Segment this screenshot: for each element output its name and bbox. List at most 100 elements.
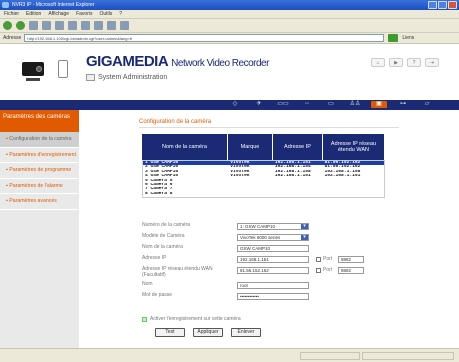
search-icon[interactable] (68, 21, 77, 30)
sidebar: Paramètres des caméras Configuration de … (0, 110, 79, 348)
nav-network-icon[interactable]: ✈ (251, 101, 267, 108)
help-button[interactable]: ? (407, 58, 421, 67)
sidebar-header: Paramètres des caméras (0, 110, 79, 132)
menu-item-tools[interactable]: Outils (99, 10, 112, 18)
zone-segment (362, 352, 454, 360)
username-input[interactable]: root (237, 282, 309, 289)
nav-monitor-icon[interactable]: ▱ (419, 101, 435, 108)
password-input[interactable]: •••••••••••• (237, 293, 309, 300)
product-name: Network Video Recorder (171, 58, 269, 69)
main-navbar: ◇ ✈ ▭▭ ◦◦ ▭ ♙♙ ▣ ⊶ ▱ (0, 100, 459, 110)
nav-user-icon[interactable]: ♙♙ (347, 101, 363, 108)
test-button[interactable]: Test (155, 328, 185, 337)
play-button[interactable]: ▶ (389, 58, 403, 67)
table-body: 1 GSW CAMP10 Vivotek 192.168.1.151 81.56.15… (142, 160, 385, 198)
menu-item-edit[interactable]: Edition (26, 10, 41, 18)
menu-item-help[interactable]: ? (119, 10, 122, 18)
address-label: Adresse (3, 35, 22, 41)
plug-icon (58, 60, 68, 78)
section-title: Configuration de la caméra (139, 119, 212, 125)
address-bar: Adresse http://192.168.1.100/cgi-bin/adm… (0, 33, 459, 44)
menu-item-file[interactable]: Fichier (4, 10, 19, 18)
history-icon[interactable] (94, 21, 103, 30)
wan-port-checkbox[interactable] (316, 268, 321, 273)
sidebar-item-camera-config[interactable]: Configuration de la caméra (0, 132, 79, 148)
sidebar-item-alarm[interactable]: Paramètres de l'alarme (0, 179, 79, 194)
port-input[interactable]: 9882 (338, 256, 364, 263)
refresh-icon[interactable] (42, 21, 51, 30)
camera-model-select[interactable]: VivoTek 6000 series (237, 234, 309, 241)
nav-link-icon[interactable]: ⊶ (395, 101, 411, 108)
menu-item-view[interactable]: Affichage (48, 10, 69, 18)
column-header-ip: Adresse IP (273, 134, 323, 160)
nav-record-icon[interactable]: ▭▭ (275, 101, 291, 108)
home-button[interactable]: ⌂ (371, 58, 385, 67)
header-actions: ⌂ ▶ ? ⇥ (371, 58, 439, 67)
favorites-icon[interactable] (81, 21, 90, 30)
ie-logo-icon (2, 2, 9, 8)
nav-camera-icon[interactable]: ◇ (227, 101, 243, 108)
subtitle: System Administration (86, 74, 167, 81)
camera-number-select[interactable]: 1: GSW CAMP10 (237, 223, 309, 230)
window-title: NVR3 IP - Microsoft Internet Explorer (12, 2, 95, 8)
recording-toggle: Activer l'enregistrement sur cette camér… (142, 316, 241, 322)
print-icon[interactable] (120, 21, 129, 30)
minimize-button[interactable] (428, 1, 437, 9)
nav-display-icon[interactable]: ▭ (323, 101, 339, 108)
column-header-wan-ip: Adresse IP réseau étendu WAN (323, 134, 385, 160)
admin-icon (86, 74, 95, 81)
stop-icon[interactable] (29, 21, 38, 30)
menu-item-favorites[interactable]: Favoris (76, 10, 92, 18)
home-icon[interactable] (55, 21, 64, 30)
camera-table: Nom de la caméra Marque Adresse IP Adres… (142, 134, 385, 198)
brand-logo: GIGAMEDIA Network Video Recorder (86, 53, 269, 70)
camera-name-label: Nom de la caméra (142, 244, 183, 250)
password-label: Mot de passe (142, 292, 173, 298)
forward-icon[interactable] (16, 21, 25, 30)
browser-toolbar (0, 19, 459, 33)
username-label: Nom (142, 281, 153, 287)
sidebar-item-recording[interactable]: Paramètres d'enregistrement (0, 148, 79, 163)
nav-ip-camera-icon[interactable]: ▣ (371, 101, 387, 108)
wan-ip-label: Adresse IP réseau étendu WAN (Facultatif… (142, 266, 213, 278)
links-label[interactable]: Liens (402, 35, 414, 41)
port-label: Port (323, 256, 333, 262)
menu-bar: Fichier Edition Affichage Favoris Outils… (0, 10, 459, 19)
url-input[interactable]: http://192.168.1.100/cgi-bin/admin.cgi?u… (24, 34, 385, 42)
status-bar (0, 348, 459, 362)
sidebar-item-advanced[interactable]: Paramètres avancés (0, 194, 79, 210)
camera-form: Numéro de la caméra 1: GSW CAMP10 Modèle… (142, 222, 432, 303)
nav-connection-icon[interactable]: ◦◦ (299, 101, 315, 108)
wan-ip-input[interactable]: 81.56.152.162 (237, 267, 309, 274)
sidebar-item-schedule[interactable]: Paramètres de programme (0, 163, 79, 179)
back-icon[interactable] (3, 21, 12, 30)
table-row[interactable]: 8 Camera 8 (143, 192, 384, 196)
delete-button[interactable]: Enlever (231, 328, 261, 337)
camera-model-label: Modèle de Caméra (142, 233, 185, 239)
divider (139, 127, 399, 128)
camera-name-input[interactable]: GSW CAMP10 (237, 245, 309, 252)
exit-button[interactable]: ⇥ (425, 58, 439, 67)
window-titlebar: NVR3 IP - Microsoft Internet Explorer (0, 0, 459, 10)
page-header: GIGAMEDIA Network Video Recorder System A… (0, 44, 459, 100)
wan-port-label: Port (323, 267, 333, 273)
ip-address-input[interactable]: 192.168.1.151 (237, 256, 309, 263)
maximize-button[interactable] (438, 1, 447, 9)
go-button[interactable] (388, 34, 399, 42)
ip-address-label: Adresse IP (142, 255, 167, 261)
nvr-device-icon (22, 54, 46, 84)
recording-checkbox-label: Activer l'enregistrement sur cette camér… (150, 316, 241, 322)
apply-button[interactable]: Appliquer (193, 328, 223, 337)
wan-port-input[interactable]: 9882 (338, 267, 364, 274)
recording-checkbox[interactable] (142, 316, 147, 322)
column-header-brand: Marque (228, 134, 273, 160)
table-header: Nom de la caméra Marque Adresse IP Adres… (142, 134, 385, 160)
port-checkbox[interactable] (316, 257, 321, 262)
camera-number-label: Numéro de la caméra (142, 222, 191, 228)
column-header-name: Nom de la caméra (142, 134, 228, 160)
mail-icon[interactable] (107, 21, 116, 30)
main-content: Configuration de la caméra Nom de la cam… (79, 110, 451, 348)
form-actions: Test Appliquer Enlever (155, 328, 261, 337)
status-segment (300, 352, 360, 360)
close-button[interactable] (448, 1, 457, 9)
